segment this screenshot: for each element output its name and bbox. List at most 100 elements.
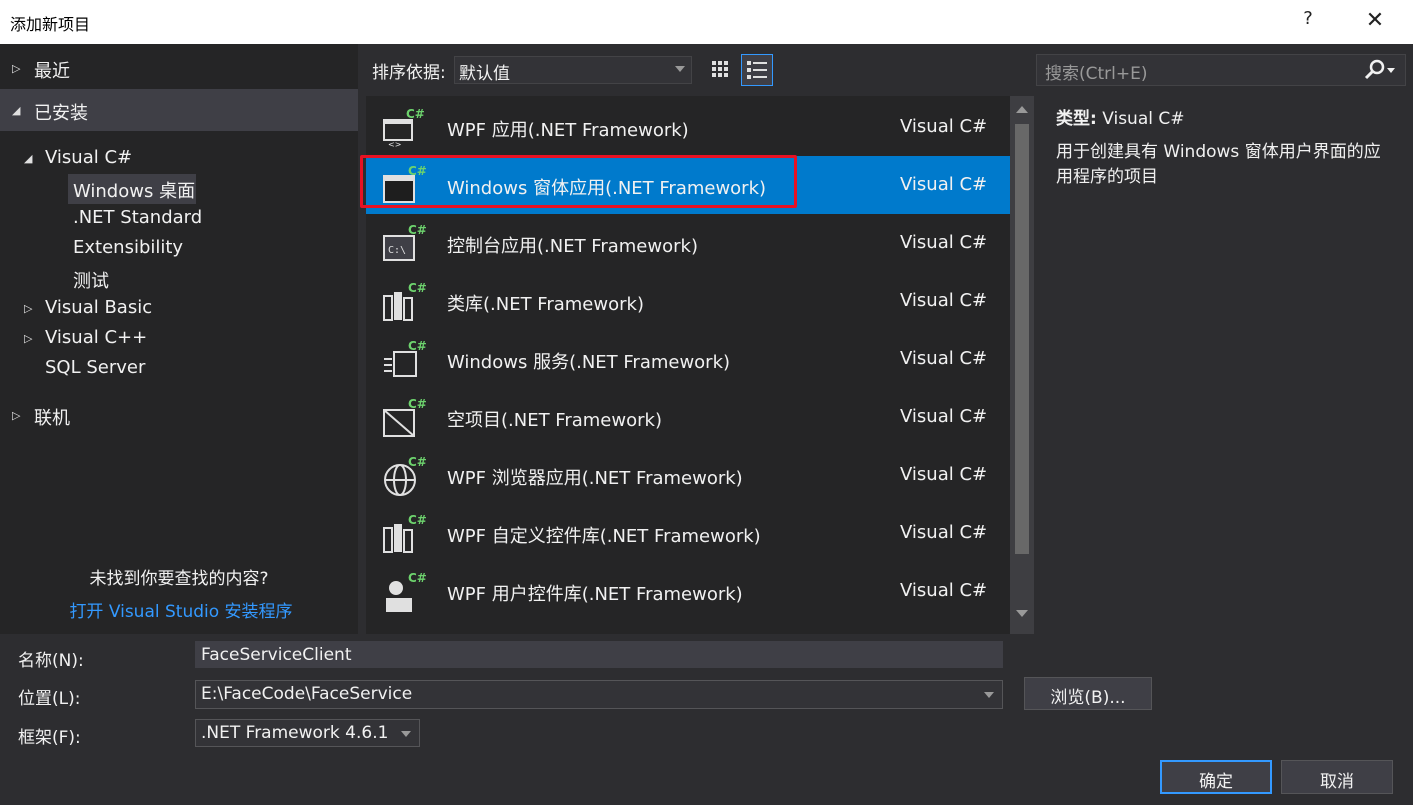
name-field[interactable]: FaceServiceClient [195, 641, 1003, 668]
svg-text:C#: C# [408, 223, 427, 237]
console-app-icon: C:\ C# [383, 223, 427, 261]
location-label: 位置(L): [18, 689, 81, 709]
not-found-text: 未找到你要查找的内容? [89, 569, 269, 589]
template-row[interactable]: C# 空项目(.NET Framework) Visual C# [366, 388, 1010, 446]
type-value: Visual C# [1102, 109, 1185, 129]
tree-item-visual-cpp[interactable]: Visual C++ [45, 327, 147, 348]
help-button[interactable]: ? [1298, 8, 1318, 34]
open-installer-link[interactable]: 打开 Visual Studio 安装程序 [0, 597, 362, 622]
template-name: 空项目(.NET Framework) [447, 410, 662, 431]
windows-service-icon: C# [384, 339, 427, 377]
search-input[interactable]: 搜索(Ctrl+E) [1036, 54, 1406, 86]
framework-value: .NET Framework 4.6.1 [201, 723, 389, 743]
tree-item-recent[interactable]: 最近 [34, 57, 70, 83]
template-language: Visual C# [900, 348, 988, 369]
tree-item-online[interactable]: 联机 [34, 404, 70, 430]
template-description: 用于创建具有 Windows 窗体用户界面的应用程序的项目 [1056, 142, 1381, 187]
template-type: 类型: Visual C# [1056, 104, 1185, 129]
template-name: Windows 服务(.NET Framework) [447, 352, 731, 373]
cancel-button[interactable]: 取消 [1281, 760, 1393, 794]
template-name: WPF 自定义控件库(.NET Framework) [447, 526, 761, 547]
template-row[interactable]: C# WPF 浏览器应用(.NET Framework) Visual C# [366, 446, 1010, 504]
expand-arrow-icon[interactable]: ▷ [24, 302, 32, 315]
tree-item-visual-basic[interactable]: Visual Basic [45, 297, 152, 318]
search-icon[interactable] [1363, 59, 1387, 81]
close-button[interactable]: ✕ [1360, 6, 1390, 36]
template-row[interactable]: C# 类库(.NET Framework) Visual C# [366, 272, 1010, 330]
collapse-arrow-icon[interactable]: ◢ [24, 152, 32, 165]
empty-project-icon: C# [383, 397, 427, 437]
list-view-button[interactable] [741, 54, 773, 86]
template-language: Visual C# [900, 116, 988, 137]
name-label: 名称(N): [18, 651, 84, 671]
wpf-app-icon: C# <> [383, 107, 425, 149]
tree-item-windows-desktop[interactable]: Windows 桌面 [73, 177, 195, 203]
template-language: Visual C# [900, 406, 988, 427]
svg-text:C#: C# [408, 571, 427, 585]
location-value: E:\FaceCode\FaceService [201, 684, 413, 704]
svg-text:C:\: C:\ [388, 245, 406, 256]
name-value: FaceServiceClient [201, 645, 352, 665]
collapse-arrow-icon[interactable]: ◢ [12, 104, 20, 117]
template-row[interactable]: C# WPF 用户控件库(.NET Framework) Visual C# [366, 562, 1010, 620]
chevron-down-icon[interactable] [984, 692, 994, 698]
template-row[interactable]: C:\ C# 控制台应用(.NET Framework) Visual C# [366, 214, 1010, 272]
sort-value: 默认值 [459, 64, 510, 84]
scroll-thumb[interactable] [1015, 124, 1029, 554]
scroll-up-icon[interactable] [1016, 106, 1028, 113]
dialog-title: 添加新项目 [10, 15, 91, 34]
location-field[interactable]: E:\FaceCode\FaceService [195, 680, 1003, 709]
expand-arrow-icon[interactable]: ▷ [12, 409, 20, 422]
template-name: WPF 用户控件库(.NET Framework) [447, 584, 743, 605]
tree-item-net-standard[interactable]: .NET Standard [73, 207, 202, 228]
svg-text:C#: C# [408, 281, 427, 295]
template-language: Visual C# [900, 580, 988, 601]
template-name: 控制台应用(.NET Framework) [447, 236, 698, 257]
list-view-icon [747, 61, 767, 79]
title-bar: 添加新项目 ? ✕ [0, 0, 1413, 44]
svg-text:C#: C# [406, 107, 425, 121]
template-name: WPF 应用(.NET Framework) [447, 120, 689, 141]
expand-arrow-icon[interactable]: ▷ [24, 332, 32, 345]
template-language: Visual C# [900, 232, 988, 253]
search-options-icon[interactable] [1387, 68, 1395, 73]
framework-dropdown[interactable]: .NET Framework 4.6.1 [195, 719, 420, 747]
template-language: Visual C# [900, 522, 988, 543]
type-label: 类型: [1056, 109, 1097, 129]
chevron-down-icon [401, 731, 411, 737]
template-name: 类库(.NET Framework) [447, 294, 644, 315]
tree-item-test[interactable]: 测试 [73, 267, 109, 293]
class-library-icon: C# [383, 281, 427, 321]
template-row[interactable]: C# <> WPF 应用(.NET Framework) Visual C# [366, 98, 1010, 156]
chevron-down-icon [675, 66, 685, 72]
small-icons-view-button[interactable] [706, 54, 738, 86]
template-row[interactable]: C# WPF 自定义控件库(.NET Framework) Visual C# [366, 504, 1010, 562]
wpf-user-control-icon: C# [386, 571, 427, 612]
template-name: WPF 浏览器应用(.NET Framework) [447, 468, 743, 489]
svg-text:C#: C# [408, 339, 427, 353]
scroll-down-icon[interactable] [1016, 610, 1028, 617]
template-language: Visual C# [900, 290, 988, 311]
sort-dropdown[interactable]: 默认值 [454, 56, 692, 84]
browse-button[interactable]: 浏览(B)... [1024, 677, 1152, 710]
highlight-selected-template [360, 155, 797, 208]
template-language: Visual C# [900, 464, 988, 485]
tree-item-extensibility[interactable]: Extensibility [73, 237, 183, 258]
svg-text:<>: <> [388, 140, 401, 149]
tree-item-installed[interactable]: 已安装 [34, 99, 88, 125]
template-language: Visual C# [900, 174, 988, 195]
wpf-custom-control-icon: C# [383, 513, 427, 553]
framework-label: 框架(F): [18, 728, 81, 748]
tree-item-visual-csharp[interactable]: Visual C# [45, 147, 132, 168]
tree-item-sql-server[interactable]: SQL Server [45, 357, 145, 378]
template-list-scrollbar[interactable] [1010, 96, 1034, 634]
svg-text:C#: C# [408, 397, 427, 411]
search-placeholder: 搜索(Ctrl+E) [1045, 64, 1148, 84]
svg-text:C#: C# [408, 455, 427, 469]
template-row[interactable]: C# Windows 服务(.NET Framework) Visual C# [366, 330, 1010, 388]
expand-arrow-icon[interactable]: ▷ [12, 62, 20, 75]
sort-label: 排序依据: [372, 63, 446, 83]
svg-text:C#: C# [408, 513, 427, 527]
ok-button[interactable]: 确定 [1160, 760, 1272, 794]
category-tree: ▷ 最近 ◢ 已安装 ◢ Visual C# Windows 桌面 .NET S… [0, 44, 358, 634]
